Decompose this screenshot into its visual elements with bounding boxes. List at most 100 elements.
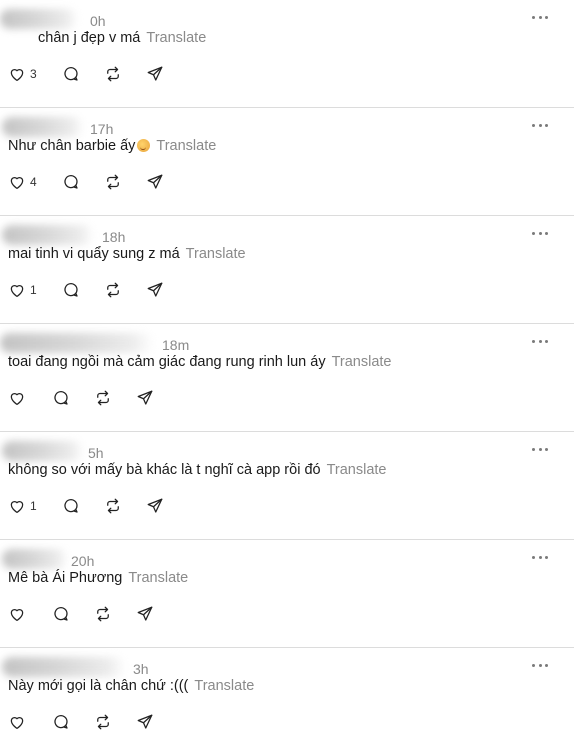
more-options-icon[interactable]	[532, 336, 548, 346]
repost-icon	[104, 173, 122, 191]
post-body: toai đang ngồi mà cảm giác đang rung rin…	[8, 354, 392, 370]
like-button[interactable]: 4	[8, 172, 37, 192]
heart-icon	[8, 389, 26, 407]
blurred-username	[0, 9, 78, 29]
comment-post[interactable]: 18m toai đang ngồi mà cảm giác đang rung…	[0, 324, 574, 432]
post-text: không so với mấy bà khác là t nghĩ cà ap…	[8, 462, 321, 478]
like-button[interactable]: 1	[8, 496, 37, 516]
send-icon	[136, 389, 154, 407]
reply-button[interactable]	[52, 712, 70, 732]
post-text: toai đang ngồi mà cảm giác đang rung rin…	[8, 354, 326, 370]
repost-icon	[104, 497, 122, 515]
translate-link[interactable]: Translate	[128, 570, 188, 586]
reply-bubble-icon	[52, 605, 70, 623]
reply-button[interactable]	[52, 604, 70, 624]
post-text: chân j đẹp v má	[38, 30, 141, 46]
like-button[interactable]: 1	[8, 280, 37, 300]
translate-link[interactable]: Translate	[327, 462, 387, 478]
comment-post[interactable]: 5h không so với mấy bà khác là t nghĩ cà…	[0, 432, 574, 540]
repost-icon	[94, 605, 112, 623]
more-options-icon[interactable]	[532, 552, 548, 562]
more-options-icon[interactable]	[532, 444, 548, 454]
send-icon	[146, 65, 164, 83]
blurred-username	[2, 657, 126, 677]
blurred-username	[0, 333, 154, 353]
send-icon	[136, 713, 154, 731]
like-button[interactable]	[8, 604, 26, 624]
post-actions	[8, 388, 308, 408]
share-button[interactable]	[146, 64, 164, 84]
post-actions	[8, 604, 308, 624]
share-button[interactable]	[136, 388, 154, 408]
post-actions	[8, 712, 308, 732]
comment-post[interactable]: 3h Này mới gọi là chân chứ :((( Translate	[0, 648, 574, 756]
heart-icon	[8, 713, 26, 731]
share-button[interactable]	[146, 496, 164, 516]
post-text: Này mới gọi là chân chứ :(((	[8, 678, 189, 694]
reply-button[interactable]	[62, 496, 80, 516]
repost-icon	[104, 65, 122, 83]
like-count: 4	[30, 175, 37, 189]
share-button[interactable]	[146, 280, 164, 300]
blurred-username	[2, 225, 94, 245]
like-button[interactable]: 3	[8, 64, 37, 84]
comment-post[interactable]: 17h Như chân barbie ấy Translate 4	[0, 108, 574, 216]
post-actions: 1	[8, 496, 308, 516]
like-count: 1	[30, 499, 37, 513]
more-options-icon[interactable]	[532, 660, 548, 670]
post-actions: 1	[8, 280, 308, 300]
post-body: chân j đẹp v má Translate	[38, 30, 206, 46]
share-button[interactable]	[146, 172, 164, 192]
like-count: 1	[30, 283, 37, 297]
repost-button[interactable]	[104, 496, 122, 516]
heart-icon	[8, 497, 26, 515]
reply-button[interactable]	[62, 64, 80, 84]
share-button[interactable]	[136, 712, 154, 732]
send-icon	[136, 605, 154, 623]
post-actions: 3	[8, 64, 308, 84]
repost-icon	[104, 281, 122, 299]
post-body: Mê bà Ái Phương Translate	[8, 570, 188, 586]
repost-button[interactable]	[104, 172, 122, 192]
comment-post[interactable]: 20h Mê bà Ái Phương Translate	[0, 540, 574, 648]
comment-post[interactable]: 18h mai tinh vi quẩy sung z má Translate …	[0, 216, 574, 324]
reply-bubble-icon	[62, 281, 80, 299]
reply-bubble-icon	[62, 497, 80, 515]
share-button[interactable]	[136, 604, 154, 624]
repost-button[interactable]	[104, 64, 122, 84]
repost-icon	[94, 713, 112, 731]
reply-button[interactable]	[62, 172, 80, 192]
repost-button[interactable]	[94, 604, 112, 624]
heart-icon	[8, 605, 26, 623]
post-timestamp: 3h	[133, 661, 149, 677]
heart-icon	[8, 65, 26, 83]
more-options-icon[interactable]	[532, 228, 548, 238]
more-options-icon[interactable]	[532, 12, 548, 22]
reply-bubble-icon	[52, 713, 70, 731]
like-button[interactable]	[8, 388, 26, 408]
repost-icon	[94, 389, 112, 407]
translate-link[interactable]: Translate	[332, 354, 392, 370]
repost-button[interactable]	[94, 712, 112, 732]
repost-button[interactable]	[94, 388, 112, 408]
like-button[interactable]	[8, 712, 26, 732]
send-icon	[146, 281, 164, 299]
more-options-icon[interactable]	[532, 120, 548, 130]
reply-button[interactable]	[52, 388, 70, 408]
translate-link[interactable]: Translate	[146, 30, 206, 46]
comment-post[interactable]: 0h chân j đẹp v má Translate 3	[0, 0, 574, 108]
reply-button[interactable]	[62, 280, 80, 300]
comment-feed: 0h chân j đẹp v má Translate 3 17h Như c…	[0, 0, 574, 753]
like-count: 3	[30, 67, 37, 81]
repost-button[interactable]	[104, 280, 122, 300]
post-timestamp: 20h	[71, 553, 95, 569]
translate-link[interactable]: Translate	[186, 246, 246, 262]
post-text: Như chân barbie ấy	[8, 138, 136, 154]
translate-link[interactable]: Translate	[194, 678, 254, 694]
blurred-username	[2, 117, 84, 137]
heart-icon	[8, 173, 26, 191]
post-timestamp: 5h	[88, 445, 104, 461]
translate-link[interactable]: Translate	[156, 138, 216, 154]
post-timestamp: 0h	[90, 13, 106, 29]
post-text: Mê bà Ái Phương	[8, 570, 123, 586]
